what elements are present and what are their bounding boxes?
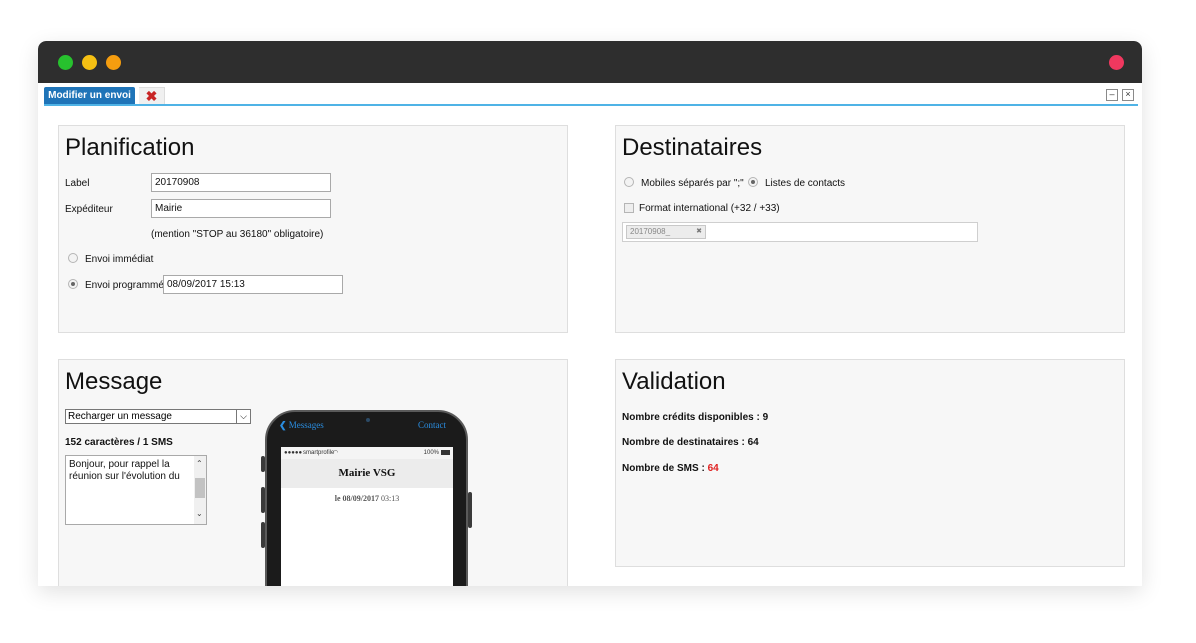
contact-list-tag: 20170908_ ✖	[626, 225, 706, 239]
phone-preview: ❮ Messages Contact ●●●●● smartprofile ◠ …	[261, 410, 472, 586]
reload-message-select-value: Recharger un message	[68, 411, 172, 422]
sms-count-row: Nombre de SMS : 64	[622, 463, 719, 474]
phone-statusbar: ●●●●● smartprofile ◠ 100%	[281, 447, 453, 459]
message-title: Message	[65, 368, 163, 395]
label-input[interactable]: 20170908	[151, 173, 331, 192]
listes-contacts-label: Listes de contacts	[765, 178, 846, 189]
tab-bar: Modifier un envoi ✖ – ×	[44, 87, 1138, 106]
destinataires-panel: Destinataires Mobiles séparés par ";" Li…	[615, 125, 1125, 333]
expediteur-caption: Expéditeur	[65, 204, 113, 215]
sms-date-prefix: le	[334, 494, 341, 503]
sms-count-label: Nombre de SMS :	[622, 463, 705, 474]
credits-value: 9	[762, 412, 769, 423]
envoi-programme-label: Envoi programmé	[85, 280, 164, 291]
camera-icon	[366, 418, 370, 422]
envoi-programme-radio[interactable]	[68, 279, 78, 289]
validation-panel: Validation Nombre crédits disponibles : …	[615, 359, 1125, 567]
wifi-icon: ◠	[333, 450, 339, 456]
credits-row: Nombre crédits disponibles : 9	[622, 412, 768, 423]
message-textarea[interactable]: Bonjour, pour rappel la réunion sur l'év…	[65, 455, 207, 525]
tab-modifier-envoi[interactable]: Modifier un envoi	[44, 87, 135, 104]
scroll-up-icon[interactable]: ⌃	[196, 459, 203, 468]
planification-panel: Planification Label 20170908 Expéditeur …	[58, 125, 568, 333]
panel-close-icon[interactable]: ×	[1122, 89, 1134, 101]
signal-icon: ●●●●●	[284, 450, 303, 456]
credits-label: Nombre crédits disponibles :	[622, 412, 760, 423]
planification-title: Planification	[65, 134, 195, 161]
app-window: Modifier un envoi ✖ – × Planification La…	[38, 41, 1142, 586]
back-chevron-icon: ❮	[279, 420, 287, 430]
scrollbar-thumb[interactable]	[195, 478, 205, 498]
phone-back-link: ❮ Messages	[279, 420, 324, 431]
window-close-button[interactable]	[1109, 55, 1124, 70]
label-caption: Label	[65, 178, 90, 189]
contact-list-tag-label: 20170908_	[630, 227, 671, 236]
contact-list-input[interactable]: 20170908_ ✖	[622, 222, 978, 242]
sms-count-value: 64	[707, 463, 719, 474]
char-count: 152 caractères / 1 SMS	[65, 437, 173, 448]
window-titlebar	[38, 41, 1142, 83]
battery-label: 100%	[423, 450, 439, 456]
phone-contact-link: Contact	[418, 420, 446, 430]
phone-sender: Mairie VSG	[281, 459, 453, 488]
format-international-checkbox[interactable]	[624, 203, 634, 213]
stop-mention: (mention "STOP au 36180" obligatoire)	[151, 229, 324, 240]
carrier-label: smartprofile	[303, 450, 335, 456]
format-international-label: Format international (+32 / +33)	[639, 203, 780, 214]
tab-close-icon[interactable]: ✖	[139, 87, 165, 104]
envoi-programme-datetime-input[interactable]: 08/09/2017 15:13	[163, 275, 343, 294]
window-minimize-button[interactable]	[82, 55, 97, 70]
validation-title: Validation	[622, 368, 726, 395]
textarea-scrollbar[interactable]: ⌃ ⌄	[194, 456, 206, 524]
reload-message-select[interactable]: Recharger un message ⌵	[65, 409, 251, 424]
phone-volume-down	[261, 522, 265, 548]
phone-power-button	[468, 492, 472, 528]
destinataires-count-label: Nombre de destinataires :	[622, 437, 745, 448]
mobiles-label: Mobiles séparés par ";"	[641, 178, 744, 189]
sms-time-value: 03:13	[381, 494, 400, 503]
message-text: Bonjour, pour rappel la réunion sur l'év…	[69, 459, 180, 482]
mobiles-radio[interactable]	[624, 177, 634, 187]
sms-date-value: 08/09/2017	[342, 494, 379, 503]
tag-remove-icon[interactable]: ✖	[696, 226, 702, 238]
window-fullscreen-button[interactable]	[106, 55, 121, 70]
listes-contacts-radio[interactable]	[748, 177, 758, 187]
envoi-immediat-radio[interactable]	[68, 253, 78, 263]
main-content: Planification Label 20170908 Expéditeur …	[38, 108, 1142, 586]
destinataires-count-value: 64	[747, 437, 759, 448]
destinataires-count-row: Nombre de destinataires : 64	[622, 437, 759, 448]
envoi-immediat-label: Envoi immédiat	[85, 254, 154, 265]
destinataires-title: Destinataires	[622, 134, 763, 161]
expediteur-input[interactable]: Mairie	[151, 199, 331, 218]
phone-back-label: Messages	[288, 420, 324, 430]
sms-date: le 08/09/2017 03:13	[281, 494, 453, 503]
chevron-down-icon[interactable]: ⌵	[236, 410, 250, 423]
battery-icon	[441, 450, 450, 455]
window-zoom-button[interactable]	[58, 55, 73, 70]
scroll-down-icon[interactable]: ⌄	[196, 509, 203, 518]
phone-volume-up	[261, 487, 265, 513]
panel-minimize-icon[interactable]: –	[1106, 89, 1118, 101]
phone-mute-switch	[261, 456, 265, 472]
phone-screen: ●●●●● smartprofile ◠ 100% Mairie VSG le …	[281, 447, 453, 586]
